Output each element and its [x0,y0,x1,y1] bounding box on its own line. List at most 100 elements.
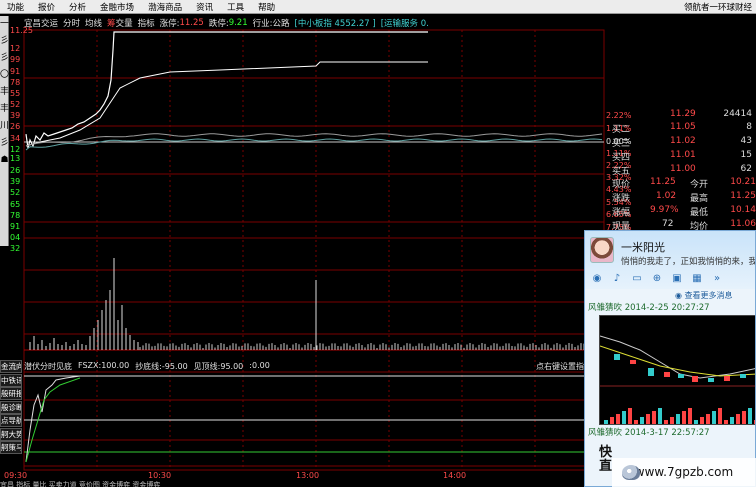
indicator-top-line: 见顶线:95.00 [193,362,244,371]
thumb-vol-6 [640,417,644,424]
indicator-name[interactable]: 潜伏分时见底 [24,361,72,372]
open-label: 今开 [690,180,709,190]
screen-share-icon[interactable]: ▣ [669,272,685,286]
chart-frame [23,29,605,471]
photo-icon[interactable]: ▦ [689,272,705,286]
quote-row-buy2: 买二 11.05 8 [606,122,756,135]
volume-value: 72 [662,219,674,229]
buy5-volume: 62 [740,164,752,174]
avg-value: 11.06 [730,219,756,229]
thumb-vol-12 [676,414,680,424]
thumb-vol-16 [700,417,704,424]
thumb-ma-line-2 [600,345,755,377]
folder-icon[interactable]: ▭ [629,272,645,286]
side-btn-trend[interactable]: 舸大势 [0,427,22,441]
chat-message-title-2: 风雏猜吹 2014-3-17 22:57:27 [588,428,710,438]
buy4-price: 11.01 [670,150,696,160]
buy2-volume: 8 [746,122,752,132]
thumb-ma-line [600,335,755,379]
side-btn-fund-flow[interactable]: 金流向 [0,360,22,373]
thumb-vol-23 [742,411,746,424]
price-tick-18: 04 [10,233,21,242]
price-tick-5: 55 [10,89,21,98]
site-watermark: www.7gpzb.com [612,458,756,487]
indicator-bottom-line: 抄底线:-95.00 [135,362,188,371]
thumb-vol-1 [610,417,614,424]
thumb-vol-0 [604,420,608,424]
thumb-vol-11 [670,417,674,424]
bottom-tab-bar[interactable]: 宜昌 指标 量比 买卖力道 竞价图 资金博弈 资金博弈 [0,480,590,487]
indicator-title-bar: 潜伏分时见底 FSZX:100.00 抄底线:-95.00 见顶线:95.00 … [24,361,584,372]
add-app-icon[interactable]: ⊕ [649,272,665,286]
thumb-vol-4 [628,408,632,424]
thumb-vol-10 [664,420,668,424]
now-value: 11.25 [650,177,676,187]
chat-image-kline[interactable] [599,315,755,425]
thumb-vol-18 [712,411,716,424]
thumb-vol-20 [724,420,728,424]
thumb-vol-15 [694,420,698,424]
chat-message-text-line: 快 直 [599,445,613,474]
quote-row-partial: 11.29 24414 [606,109,756,122]
price-tick-11: 13 [10,154,21,163]
thumb-candle-1 [630,360,636,364]
price-line [25,31,428,149]
price-tick-9: 34 [10,134,21,143]
side-btn-research[interactable]: 般研报 [0,387,22,400]
thumb-vol-5 [634,420,638,424]
avg-price-line [25,61,428,147]
indicator-value: :0.00 [249,361,270,370]
buy5-price: 11.00 [670,164,696,174]
side-btn-navigate[interactable]: 点导航 [0,414,22,427]
more-icon[interactable]: » [709,272,725,286]
side-btn-news[interactable]: 中铁讯 [0,373,22,387]
chat-user-name: 一米阳光 [621,241,665,254]
side-btn-strategy[interactable]: 舸策马 [0,441,22,454]
side-btn-diagnose[interactable]: 般诊断 [0,400,22,414]
thumb-candle-3 [664,372,670,377]
chat-kline-thumbnail [600,335,755,424]
price-tick-6: 52 [10,100,21,109]
change-label: 涨跌 [612,194,631,204]
quote-top-price: 11.29 [670,109,696,119]
chat-window[interactable]: 一米阳光 悄悄的我走了，正如我悄悄的来，我 ◉ ♪ ▭ ⊕ ▣ ▦ » ◉ 查看… [584,230,756,487]
buy5-label: 买五 [612,167,631,177]
price-tick-1: 12 [10,44,21,53]
camera-icon[interactable]: ◉ [589,272,605,286]
microphone-icon[interactable]: ♪ [609,272,625,286]
buy4-label: 买四 [612,153,631,163]
price-tick-3: 91 [10,67,21,76]
thumb-candle-0 [614,354,620,360]
thumb-vol-3 [622,411,626,424]
quote-row-chg: 涨跌 1.02 最高 11.25 [606,191,756,204]
thumb-candle-2 [648,368,654,376]
price-tick-17: 91 [10,222,21,231]
price-tick-15: 65 [10,200,21,209]
thumb-candle-7 [724,376,730,381]
chat-toolbar: ◉ ♪ ▭ ⊕ ▣ ▦ » [585,269,755,289]
index-line-2 [25,138,603,151]
quote-row-buy5: 买五 11.00 62 [606,164,756,177]
time-tick-1300: 13:00 [296,471,320,480]
price-tick-7: 39 [10,111,21,120]
quote-row-now: 现价 11.25 今开 10.21 [606,177,756,190]
thumb-vol-13 [682,411,686,424]
thumb-candle-5 [692,376,698,382]
buy4-volume: 15 [740,150,752,160]
pct-value: 9.97% [650,205,679,215]
time-tick-1030: 10:30 [148,471,172,480]
price-tick-13: 39 [10,177,21,186]
buy3-volume: 43 [740,136,752,146]
chat-more-messages-link[interactable]: ◉ 查看更多消息 [585,289,755,302]
price-tick-0: 11.25 [10,26,33,35]
thumb-candle-4 [678,374,684,378]
indicator-right-hint[interactable]: 点右键设置指 [536,361,584,372]
price-tick-14: 52 [10,188,21,197]
chat-message-text: 快 直 [599,446,612,474]
avatar[interactable] [590,237,614,263]
thumb-vol-21 [730,417,734,424]
thumb-vol-14 [688,408,692,424]
thumb-vol-17 [706,414,710,424]
thumb-candle-8 [740,374,746,378]
thumb-vol-22 [736,414,740,424]
